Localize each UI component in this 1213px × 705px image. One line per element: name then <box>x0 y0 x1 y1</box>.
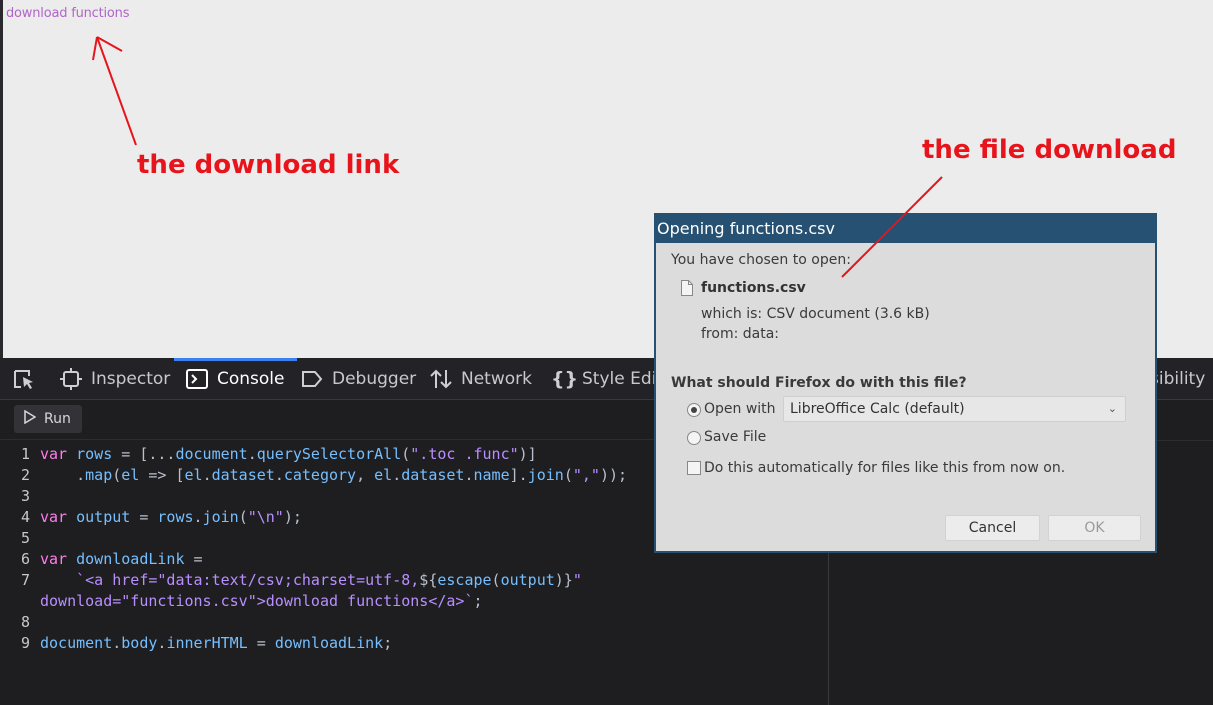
tab-label: Style Edit <box>582 369 664 389</box>
annotation-file-download: the file download <box>922 135 1177 165</box>
dialog-intro: You have chosen to open: <box>671 252 851 268</box>
element-picker-icon[interactable] <box>12 368 38 392</box>
code-line: 9 document.body.innerHTML = downloadLink; <box>0 633 828 654</box>
dialog-file-type: which is: CSV document (3.6 kB) <box>701 306 930 322</box>
open-with-label[interactable]: Open with <box>704 401 776 417</box>
line-number: 5 <box>20 529 30 547</box>
play-icon <box>24 409 37 428</box>
tab-console[interactable]: Console <box>174 358 296 400</box>
tab-label: Inspector <box>91 369 171 389</box>
download-functions-link[interactable]: download functions <box>6 6 129 21</box>
dialog-title: Opening functions.csv <box>656 215 1155 243</box>
file-icon <box>681 280 693 296</box>
line-number: 7 <box>20 571 30 589</box>
tab-label: sibility <box>1150 369 1206 389</box>
run-label: Run <box>44 411 71 427</box>
auto-action-checkbox[interactable] <box>687 461 701 475</box>
line-number: 2 <box>20 466 30 484</box>
dialog-question: What should Firefox do with this file? <box>671 375 967 391</box>
open-with-radio[interactable] <box>687 403 701 417</box>
save-file-radio[interactable] <box>687 431 701 445</box>
save-file-label[interactable]: Save File <box>704 429 766 445</box>
tab-label: Debugger <box>332 369 417 389</box>
inspector-icon <box>60 368 82 390</box>
tab-label: Console <box>217 369 285 389</box>
line-number: 3 <box>20 487 30 505</box>
code-line: download="functions.csv">download functi… <box>0 591 828 612</box>
tab-style-editor[interactable]: {} Style Edit <box>551 358 663 400</box>
ok-button[interactable]: OK <box>1048 515 1141 541</box>
run-button[interactable]: Run <box>14 405 82 433</box>
chevron-down-icon: ⌄ <box>1107 402 1117 415</box>
auto-action-label[interactable]: Do this automatically for files like thi… <box>704 460 1065 476</box>
download-dialog: Opening functions.csv You have chosen to… <box>654 213 1157 553</box>
dialog-file-source: from: data: <box>701 326 779 342</box>
network-icon <box>430 368 452 390</box>
line-number: 8 <box>20 613 30 631</box>
code-line: 7 `<a href="data:text/csv;charset=utf-8,… <box>0 570 828 591</box>
tab-network[interactable]: Network <box>430 358 532 400</box>
style-editor-icon: {} <box>551 368 579 390</box>
tab-label: Network <box>461 369 532 389</box>
open-with-app-value: LibreOffice Calc (default) <box>790 401 965 417</box>
tab-accessibility[interactable]: sibility <box>1150 358 1205 400</box>
console-icon <box>186 368 208 390</box>
line-number: 6 <box>20 550 30 568</box>
tab-debugger[interactable]: Debugger <box>301 358 416 400</box>
annotation-download-link: the download link <box>137 150 400 180</box>
line-number: 1 <box>20 445 30 463</box>
line-number: 9 <box>20 634 30 652</box>
cancel-button[interactable]: Cancel <box>945 515 1040 541</box>
line-number <box>0 591 40 612</box>
code-line: 8 <box>0 612 828 633</box>
dialog-filename: functions.csv <box>701 280 806 296</box>
tab-inspector[interactable]: Inspector <box>60 358 170 400</box>
line-number: 4 <box>20 508 30 526</box>
open-with-app-select[interactable]: LibreOffice Calc (default) ⌄ <box>783 396 1126 422</box>
debugger-icon <box>301 368 323 390</box>
